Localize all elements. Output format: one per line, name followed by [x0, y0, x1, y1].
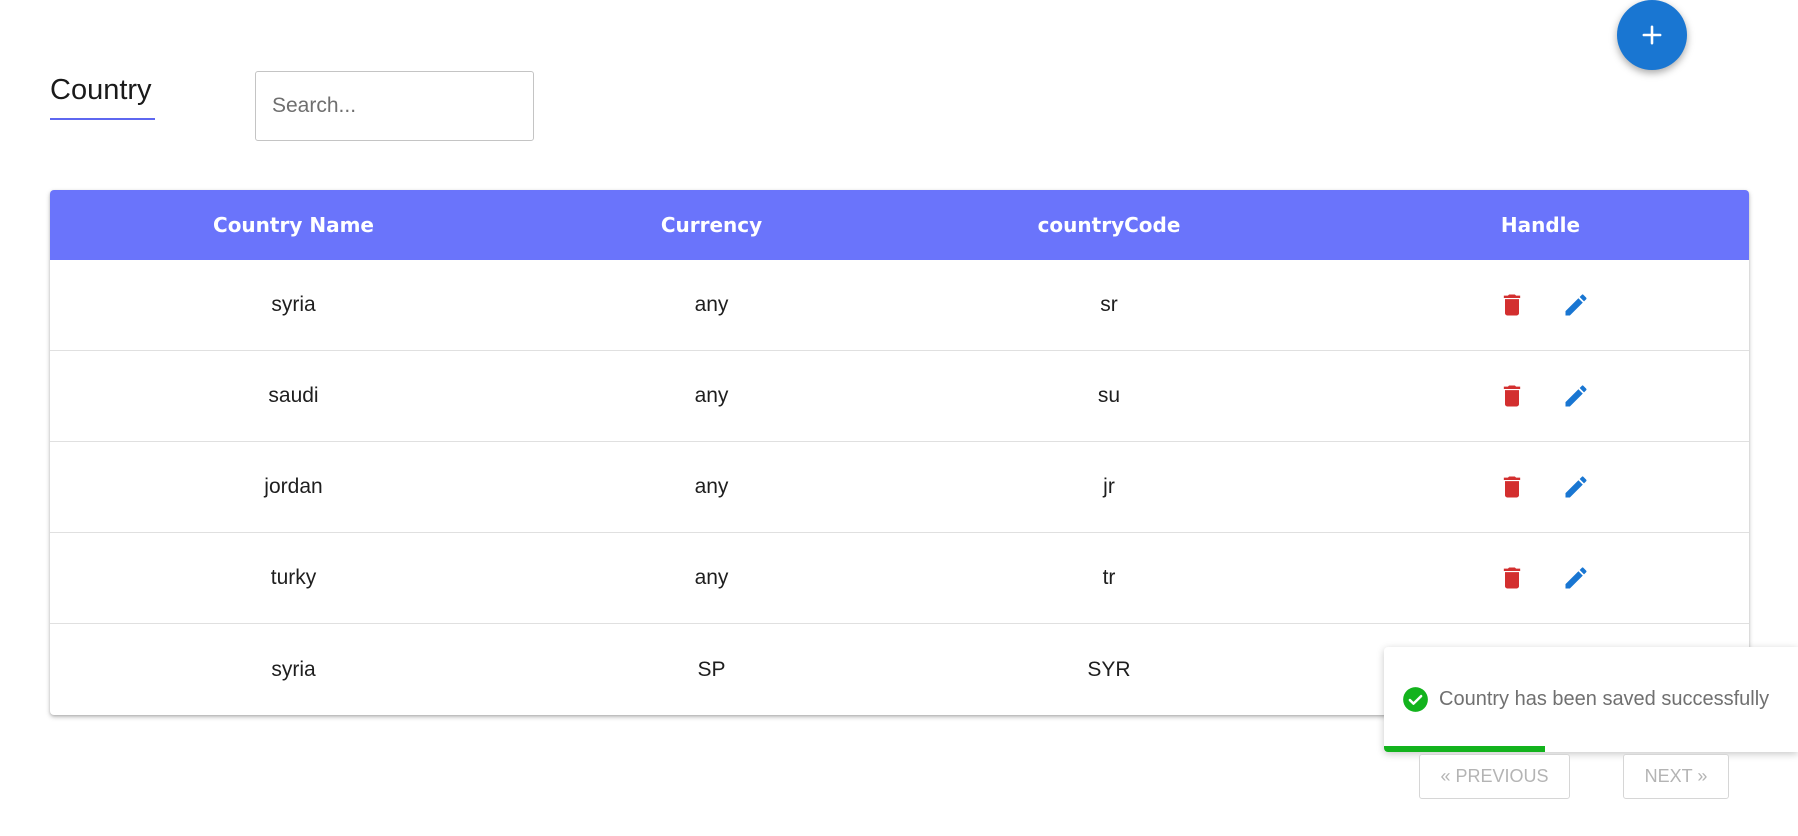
cell-country-name: turky [270, 566, 317, 589]
cell-currency: any [694, 384, 729, 407]
title-underline [50, 118, 155, 120]
cell-country-code: SYR [1087, 657, 1131, 681]
pencil-icon[interactable] [1561, 563, 1591, 593]
countries-table: Country Name Currency countryCode Handle… [50, 190, 1749, 715]
search-input[interactable] [255, 71, 534, 141]
pencil-icon[interactable] [1561, 381, 1591, 411]
toast-progress-bar [1384, 746, 1546, 752]
table-row: turky any tr [50, 533, 1749, 624]
cell-handle [1332, 290, 1749, 320]
column-header-handle: Handle [1500, 213, 1581, 237]
cell-currency: any [694, 475, 729, 498]
cell-handle [1332, 472, 1749, 502]
column-header-currency: Currency [660, 213, 763, 237]
trash-icon[interactable] [1497, 381, 1527, 411]
cell-currency: any [694, 566, 729, 589]
table-row: jordan any jr [50, 442, 1749, 533]
cell-country-code: sr [1100, 293, 1118, 316]
cell-handle [1332, 381, 1749, 411]
table-header: Country Name Currency countryCode Handle [50, 190, 1749, 260]
cell-currency: SP [697, 657, 726, 681]
cell-country-name: saudi [268, 384, 319, 407]
table-row: syria any sr [50, 260, 1749, 351]
trash-icon[interactable] [1497, 290, 1527, 320]
success-toast[interactable]: Country has been saved successfully [1384, 647, 1798, 752]
add-country-button[interactable] [1617, 0, 1687, 70]
previous-page-button[interactable]: « PREVIOUS [1419, 754, 1570, 799]
column-header-country-code: countryCode [1037, 213, 1181, 237]
pencil-icon[interactable] [1561, 290, 1591, 320]
table-row: saudi any su [50, 351, 1749, 442]
cell-country-name: syria [271, 293, 316, 316]
column-header-country-name: Country Name [213, 213, 374, 237]
cell-country-code: su [1097, 384, 1121, 407]
plus-icon [1642, 25, 1662, 45]
cell-country-name: jordan [264, 475, 323, 498]
cell-currency: any [694, 293, 729, 316]
cell-country-code: jr [1103, 475, 1115, 498]
cell-country-code: tr [1102, 566, 1116, 589]
toast-progress-track [1384, 746, 1798, 752]
toast-message: Country has been saved successfully [1439, 688, 1770, 710]
pencil-icon[interactable] [1561, 472, 1591, 502]
trash-icon[interactable] [1497, 563, 1527, 593]
cell-country-name: syria [271, 657, 316, 681]
check-circle-icon [1403, 687, 1428, 712]
trash-icon[interactable] [1497, 472, 1527, 502]
next-page-button[interactable]: NEXT » [1623, 754, 1729, 799]
page-title: Country [50, 74, 152, 106]
cell-handle [1332, 563, 1749, 593]
